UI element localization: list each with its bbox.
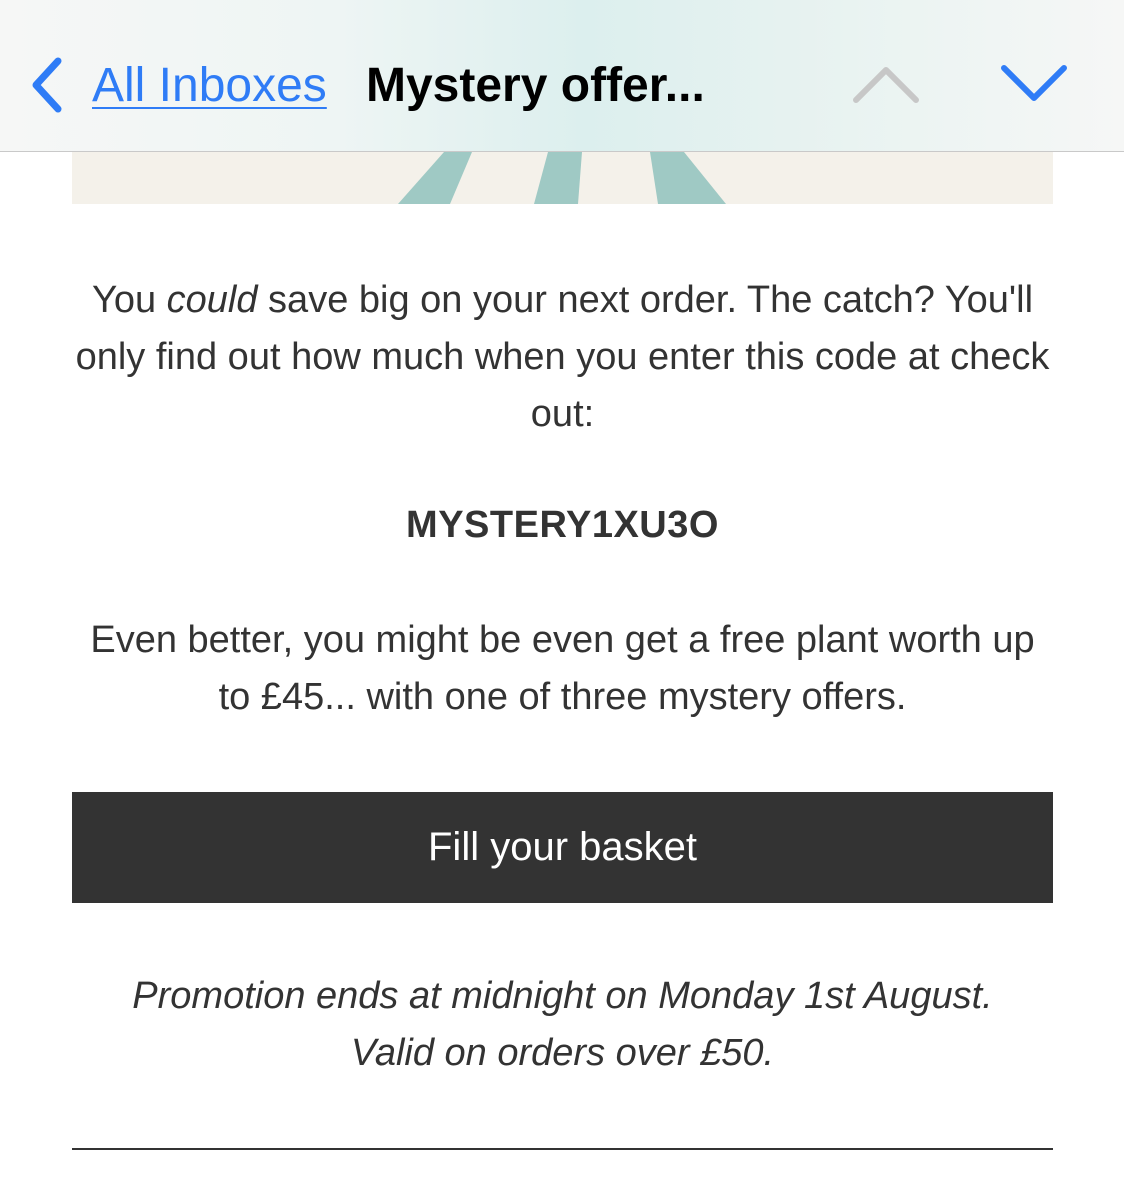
all-inboxes-link[interactable]: All Inboxes <box>92 58 327 114</box>
plant-illustration <box>398 152 726 204</box>
intro-emphasis: could <box>166 279 258 321</box>
bonus-paragraph: Even better, you might be even get a fre… <box>90 619 1035 718</box>
hero-image <box>72 152 1053 204</box>
chevron-down-icon[interactable] <box>998 62 1070 106</box>
terms-line-2: Valid on orders over £50. <box>350 1032 775 1074</box>
email-subject-title: Mystery offer... <box>366 59 705 112</box>
intro-text-start: You <box>91 279 167 321</box>
section-divider <box>72 1148 1053 1150</box>
terms-line-1: Promotion ends at midnight on Monday 1st… <box>132 975 993 1017</box>
chevron-up-icon[interactable] <box>850 62 922 106</box>
intro-paragraph: You could save big on your next order. T… <box>72 272 1053 443</box>
email-reader: All Inboxes Mystery offer... You could s… <box>0 0 1124 1183</box>
navigation-bar: All Inboxes Mystery offer... <box>0 0 1124 152</box>
fill-your-basket-button[interactable]: Fill your basket <box>72 792 1053 903</box>
promotion-terms: Promotion ends at midnight on Monday 1st… <box>72 968 1053 1082</box>
promo-code: MYSTERY1XU3O <box>406 504 719 546</box>
chevron-left-icon[interactable] <box>26 55 70 115</box>
